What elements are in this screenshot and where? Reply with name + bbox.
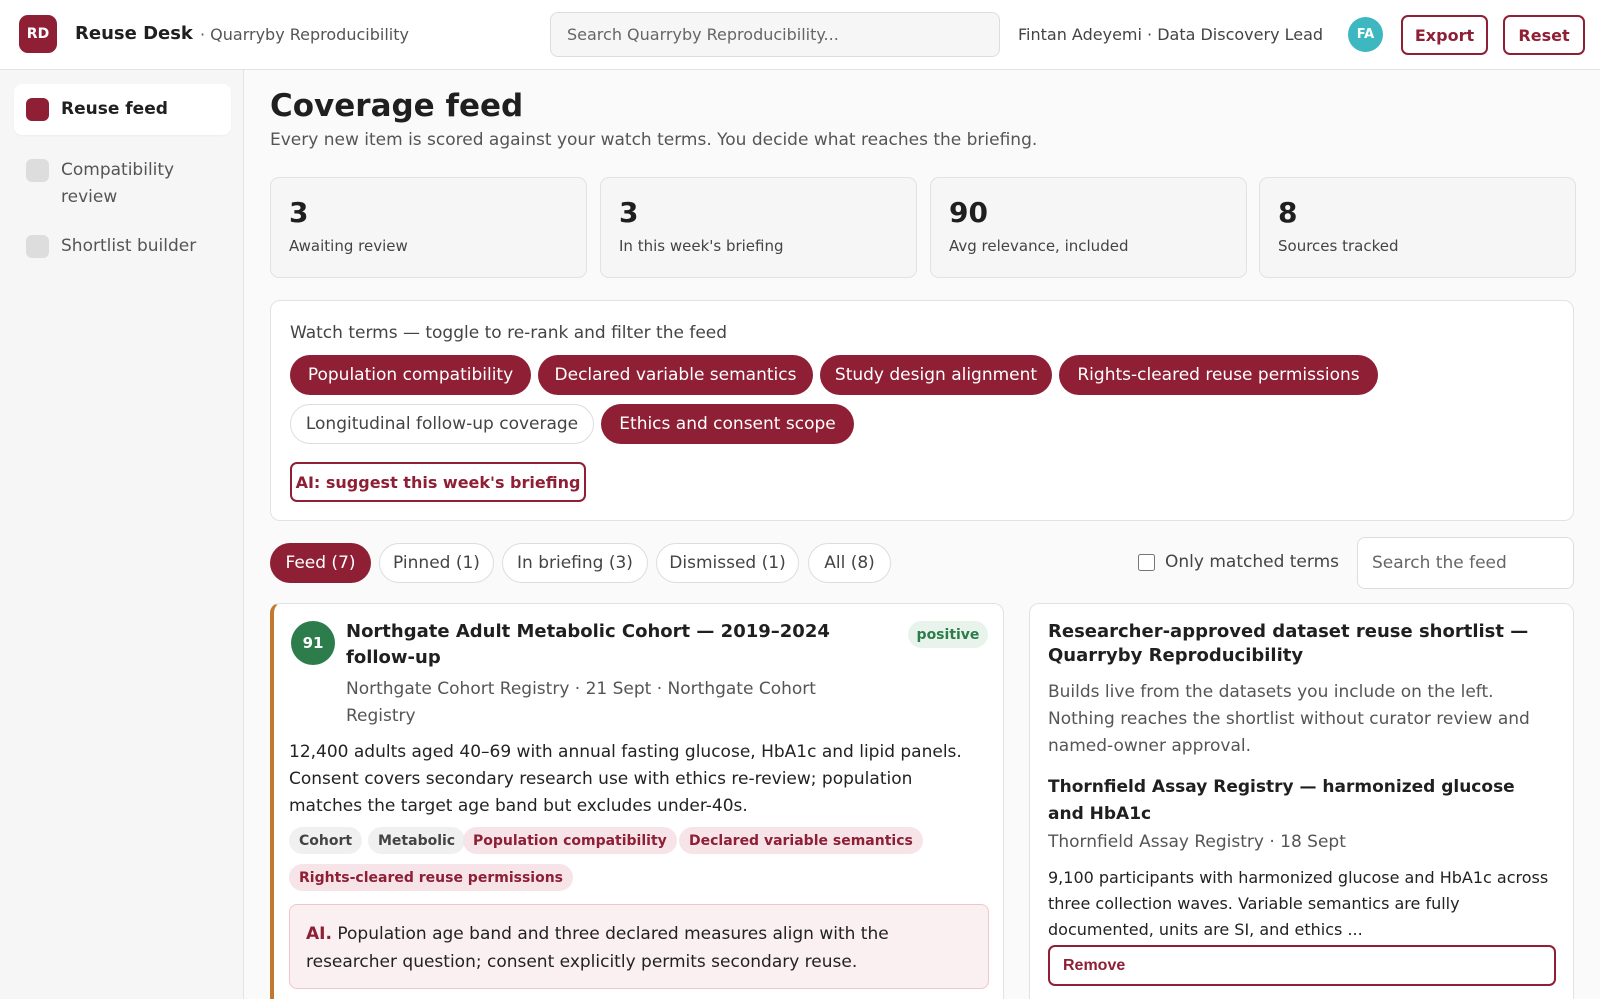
watch-term-chip[interactable]: Declared variable semantics	[538, 355, 813, 395]
feed-item-title[interactable]: Northgate Adult Metabolic Cohort — 2019–…	[346, 619, 891, 671]
category-tag: Metabolic	[368, 827, 466, 854]
feed-item-body: 12,400 adults aged 40–69 with annual fas…	[289, 742, 962, 816]
stat-value: 90	[949, 196, 988, 229]
relevance-score-badge: 91	[291, 621, 335, 665]
app-name: Reuse Desk	[75, 23, 193, 44]
workspace-name: · Quarryby Reproducibility	[200, 25, 409, 44]
app-logo: RD	[19, 15, 57, 53]
nav-square-icon	[26, 98, 49, 121]
stat-label: Sources tracked	[1278, 237, 1399, 255]
stat-card-sources: 8 Sources tracked	[1259, 177, 1576, 278]
shortlist-title: Researcher-approved dataset reuse shortl…	[1048, 621, 1529, 666]
page-subtitle: Every new item is scored against your wa…	[270, 130, 1038, 150]
tab-in-briefing[interactable]: In briefing (3)	[502, 543, 648, 583]
matched-term-tag: Rights-cleared reuse permissions	[289, 864, 573, 891]
shortlist-item-body: 9,100 participants with harmonized gluco…	[1048, 868, 1549, 939]
shortlist-item-meta: Thornfield Assay Registry · 18 Sept	[1048, 832, 1346, 852]
nav-square-icon	[26, 235, 49, 258]
stat-card-awaiting: 3 Awaiting review	[270, 177, 587, 278]
sidebar-item-shortlist-builder[interactable]: Shortlist builder	[14, 221, 231, 272]
matched-term-tag: Declared variable semantics	[679, 827, 923, 854]
watch-term-chip[interactable]: Rights-cleared reuse permissions	[1059, 355, 1378, 395]
stat-card-relevance: 90 Avg relevance, included	[930, 177, 1247, 278]
feed-search-input[interactable]	[1357, 537, 1574, 589]
feed-item-card[interactable]: 91 Northgate Adult Metabolic Cohort — 20…	[270, 603, 1004, 999]
shortlist-panel: Researcher-approved dataset reuse shortl…	[1029, 603, 1574, 999]
shortlist-item-title: Thornfield Assay Registry — harmonized g…	[1048, 777, 1515, 824]
sidebar-item-label: Compatibility review	[61, 160, 175, 207]
sidebar: Reuse feed Compatibility review Shortlis…	[0, 70, 244, 999]
stat-value: 3	[289, 196, 309, 229]
global-search-input[interactable]	[550, 12, 1000, 57]
only-matched-label: Only matched terms	[1165, 552, 1339, 572]
nav-square-icon	[26, 159, 49, 182]
sidebar-item-label: Reuse feed	[61, 99, 168, 119]
ai-label: AI.	[306, 924, 332, 944]
watch-term-chip[interactable]: Ethics and consent scope	[601, 404, 854, 444]
tab-dismissed[interactable]: Dismissed (1)	[656, 543, 799, 583]
category-tag: Cohort	[289, 827, 363, 854]
stat-value: 3	[619, 196, 639, 229]
avatar[interactable]: FA	[1348, 17, 1383, 52]
watch-terms-panel: Watch terms — toggle to re-rank and filt…	[270, 300, 1574, 521]
watch-terms-title: Watch terms — toggle to re-rank and filt…	[290, 323, 728, 343]
watch-term-chip[interactable]: Study design alignment	[820, 355, 1052, 395]
user-name: Fintan Adeyemi · Data Discovery Lead	[1018, 25, 1324, 44]
stat-label: In this week's briefing	[619, 237, 784, 255]
remove-button[interactable]: Remove	[1048, 945, 1556, 986]
tab-all[interactable]: All (8)	[808, 543, 891, 583]
top-bar: RD Reuse Desk · Quarryby Reproducibility…	[0, 0, 1600, 70]
stat-value: 8	[1278, 196, 1298, 229]
ai-summary-note: AI. Population age band and three declar…	[289, 904, 989, 989]
sidebar-item-label: Shortlist builder	[61, 236, 197, 256]
stat-label: Avg relevance, included	[949, 237, 1129, 255]
sentiment-badge: positive	[908, 621, 988, 648]
stat-card-briefing: 3 In this week's briefing	[600, 177, 917, 278]
only-matched-checkbox[interactable]	[1138, 553, 1155, 571]
tab-pinned[interactable]: Pinned (1)	[379, 543, 494, 583]
tab-feed[interactable]: Feed (7)	[270, 543, 371, 583]
ai-suggest-briefing-button[interactable]: AI: suggest this week's briefing	[290, 462, 586, 502]
reset-button[interactable]: Reset	[1503, 15, 1585, 55]
matched-term-tag: Population compatibility	[463, 827, 677, 854]
page-title: Coverage feed	[270, 88, 524, 124]
stat-label: Awaiting review	[289, 237, 408, 255]
watch-term-chip[interactable]: Longitudinal follow-up coverage	[290, 404, 594, 444]
sidebar-item-compatibility-review[interactable]: Compatibility review	[14, 145, 204, 223]
shortlist-description: Builds live from the datasets you includ…	[1048, 682, 1530, 756]
only-matched-toggle[interactable]: Only matched terms	[1138, 552, 1339, 572]
feed-item-meta: Northgate Cohort Registry · 21 Sept · No…	[346, 679, 816, 726]
sidebar-item-reuse-feed[interactable]: Reuse feed	[14, 84, 231, 135]
watch-term-chip[interactable]: Population compatibility	[290, 355, 531, 395]
ai-summary-text: Population age band and three declared m…	[306, 924, 889, 972]
export-button[interactable]: Export	[1401, 15, 1488, 55]
